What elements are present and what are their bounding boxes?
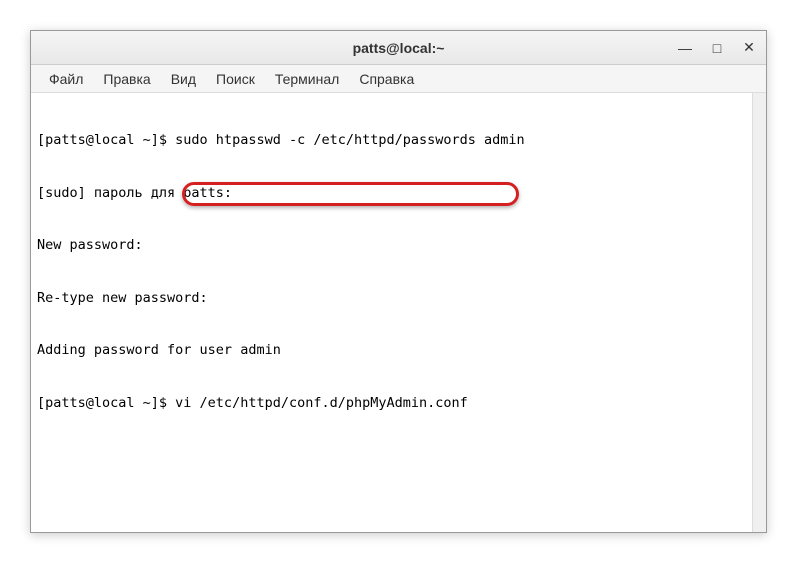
menu-help[interactable]: Справка [349, 67, 424, 91]
menu-edit[interactable]: Правка [93, 67, 160, 91]
window-title: patts@local:~ [353, 40, 445, 56]
terminal-line: [sudo] пароль для patts: [37, 185, 760, 203]
terminal-line: [patts@local ~]$ sudo htpasswd -c /etc/h… [37, 132, 760, 150]
menu-view[interactable]: Вид [161, 67, 206, 91]
menu-file[interactable]: Файл [39, 67, 93, 91]
terminal-line: Re-type new password: [37, 290, 760, 308]
terminal-window: patts@local:~ — □ ✕ Файл Правка Вид Поис… [30, 30, 767, 533]
maximize-button[interactable]: □ [708, 39, 726, 57]
terminal-line: [patts@local ~]$ vi /etc/httpd/conf.d/ph… [37, 395, 760, 413]
scrollbar[interactable] [752, 93, 766, 532]
menu-search[interactable]: Поиск [206, 67, 265, 91]
terminal-line: New password: [37, 237, 760, 255]
titlebar: patts@local:~ — □ ✕ [31, 31, 766, 65]
menu-terminal[interactable]: Терминал [265, 67, 349, 91]
window-controls: — □ ✕ [676, 39, 758, 57]
terminal-content[interactable]: [patts@local ~]$ sudo htpasswd -c /etc/h… [31, 93, 766, 532]
close-button[interactable]: ✕ [740, 39, 758, 57]
terminal-line: Adding password for user admin [37, 342, 760, 360]
minimize-button[interactable]: — [676, 39, 694, 57]
menubar: Файл Правка Вид Поиск Терминал Справка [31, 65, 766, 93]
